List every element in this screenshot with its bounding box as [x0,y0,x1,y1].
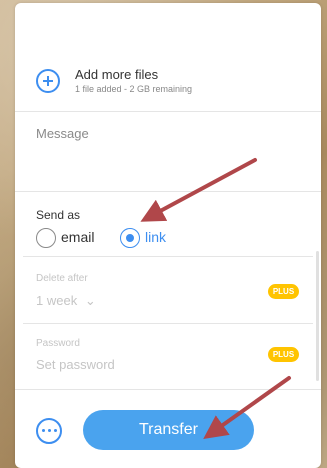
password-label: Password [36,338,80,349]
divider [15,191,321,192]
radio-email-label[interactable]: email [61,229,94,245]
radio-link-label[interactable]: link [145,229,166,245]
divider [23,256,313,257]
panel-footer: Transfer [15,391,321,468]
delete-after-value: 1 week [36,293,78,308]
scrollbar-thumb[interactable] [316,251,319,381]
panel-top-area [15,3,321,55]
message-field[interactable]: Message [36,126,89,141]
plus-badge: PLUS [268,284,299,299]
transfer-panel: Add more files 1 file added - 2 GB remai… [15,3,321,468]
delete-after-select[interactable]: 1 week ⌄ [36,293,96,309]
divider [15,389,321,390]
divider [23,323,313,324]
send-as-label: Send as [36,208,81,222]
transfer-button[interactable]: Transfer [83,410,254,450]
radio-email[interactable] [36,228,56,248]
add-files-title[interactable]: Add more files [75,67,158,82]
plus-badge: PLUS [268,347,299,362]
more-options-button[interactable] [36,418,62,444]
add-files-subtitle: 1 file added - 2 GB remaining [75,84,193,94]
divider [15,111,321,112]
plus-circle-icon[interactable] [36,69,60,93]
password-input[interactable]: Set password [36,357,115,372]
delete-after-label: Delete after [36,273,88,284]
chevron-down-icon: ⌄ [84,293,96,308]
dot-icon [54,429,57,432]
dot-icon [48,429,51,432]
add-more-files-row[interactable]: Add more files 1 file added - 2 GB remai… [15,59,321,111]
radio-link[interactable] [120,228,140,248]
dot-icon [42,429,45,432]
